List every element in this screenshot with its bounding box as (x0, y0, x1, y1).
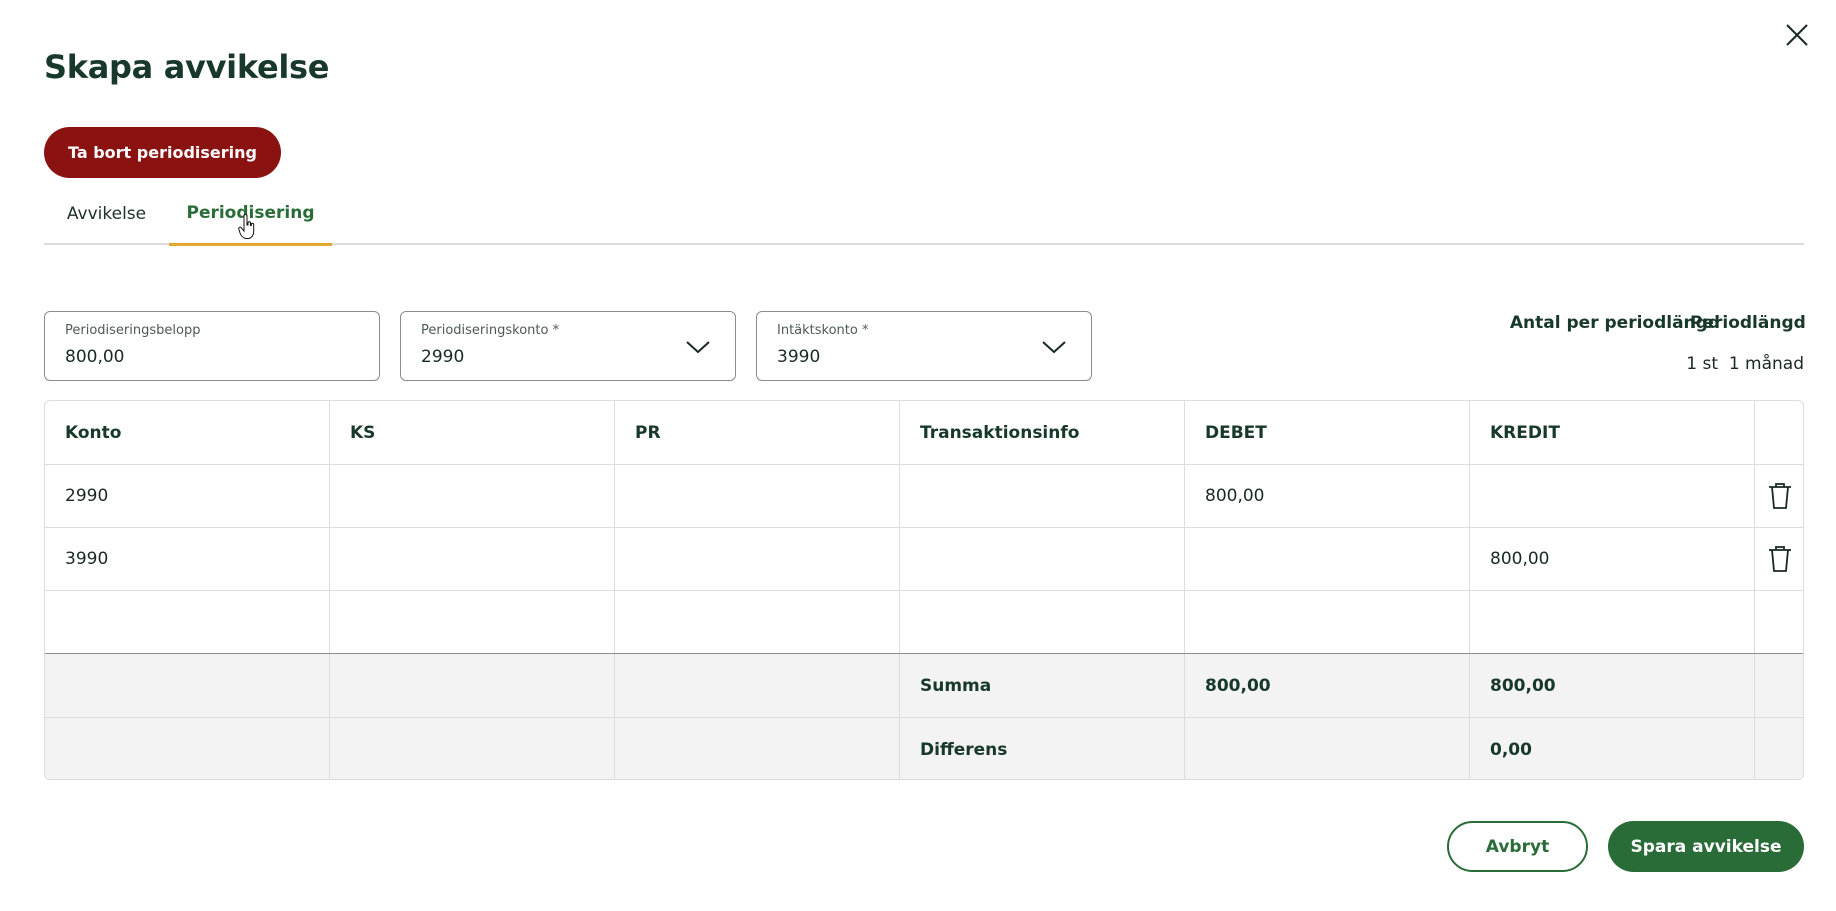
cell-actions (1755, 591, 1803, 653)
cell-debet[interactable] (1185, 528, 1470, 590)
cell-actions (1755, 528, 1803, 590)
cell-info[interactable] (900, 591, 1185, 653)
field-label: Periodiseringsbelopp (65, 323, 201, 338)
chevron-down-icon (686, 341, 710, 354)
column-header-debet: DEBET (1185, 401, 1470, 464)
accounting-table: Konto KS PR Transaktionsinfo DEBET KREDI… (44, 400, 1804, 780)
sum-debet: 800,00 (1185, 654, 1470, 717)
difference-kredit: 0,00 (1470, 718, 1755, 779)
cell-info[interactable] (900, 528, 1185, 590)
sum-row: Summa 800,00 800,00 (45, 653, 1803, 717)
cell-kredit[interactable]: 800,00 (1470, 528, 1755, 590)
field-value: 3990 (777, 347, 821, 367)
difference-debet (1185, 718, 1470, 779)
cell-konto[interactable]: 2990 (45, 465, 330, 527)
tab-label: Avvikelse (66, 203, 147, 224)
dialog-title: Skapa avvikelse (44, 48, 330, 86)
column-header-pr: PR (615, 401, 900, 464)
chevron-down-icon (1042, 341, 1066, 354)
period-count-value: 1 st (1686, 354, 1718, 374)
column-header-actions (1755, 401, 1803, 464)
cell-ks[interactable] (330, 465, 615, 527)
cell-kredit[interactable] (1470, 591, 1755, 653)
column-header-ks: KS (330, 401, 615, 464)
remove-accrual-button[interactable]: Ta bort periodisering (44, 127, 281, 178)
column-header-kredit: KREDIT (1470, 401, 1755, 464)
cell-pr[interactable] (615, 591, 900, 653)
hand-cursor-icon (238, 214, 255, 239)
difference-label: Differens (900, 718, 1185, 779)
sum-label: Summa (900, 654, 1185, 717)
column-header-konto: Konto (45, 401, 330, 464)
cell-konto[interactable] (45, 591, 330, 653)
field-value: 800,00 (65, 347, 125, 367)
period-length-header: Periodlängd (1690, 313, 1806, 333)
field-value: 2990 (421, 347, 465, 367)
field-label: Intäktskonto * (777, 323, 869, 338)
income-account-select[interactable]: Intäktskonto * 3990 (756, 311, 1092, 381)
trash-icon[interactable] (1766, 481, 1794, 511)
cell-debet[interactable] (1185, 591, 1470, 653)
close-icon (1786, 24, 1808, 46)
table-row: 2990 800,00 (45, 464, 1803, 527)
table-header-row: Konto KS PR Transaktionsinfo DEBET KREDI… (45, 401, 1803, 464)
cell-pr[interactable] (615, 465, 900, 527)
sum-kredit: 800,00 (1470, 654, 1755, 717)
cell-pr[interactable] (615, 528, 900, 590)
table-row: 3990 800,00 (45, 527, 1803, 590)
difference-row: Differens 0,00 (45, 717, 1803, 779)
cancel-button[interactable]: Avbryt (1447, 821, 1588, 872)
period-length-value: 1 månad (1728, 354, 1804, 374)
tab-avvikelse[interactable]: Avvikelse (44, 192, 169, 245)
cell-ks[interactable] (330, 528, 615, 590)
cell-ks[interactable] (330, 591, 615, 653)
accrual-account-select[interactable]: Periodiseringskonto * 2990 (400, 311, 736, 381)
cell-debet[interactable]: 800,00 (1185, 465, 1470, 527)
accrual-amount-field[interactable]: Periodiseringsbelopp 800,00 (44, 311, 380, 381)
column-header-info: Transaktionsinfo (900, 401, 1185, 464)
period-count-header: Antal per periodlängd (1509, 313, 1720, 333)
trash-icon[interactable] (1766, 544, 1794, 574)
table-row-empty (45, 590, 1803, 653)
cell-konto[interactable]: 3990 (45, 528, 330, 590)
cell-info[interactable] (900, 465, 1185, 527)
cell-actions (1755, 465, 1803, 527)
save-deviation-button[interactable]: Spara avvikelse (1608, 821, 1804, 872)
field-label: Periodiseringskonto * (421, 323, 560, 338)
close-button[interactable] (1782, 20, 1812, 50)
tab-bar: Avvikelse Periodisering (44, 192, 1804, 246)
cell-kredit[interactable] (1470, 465, 1755, 527)
